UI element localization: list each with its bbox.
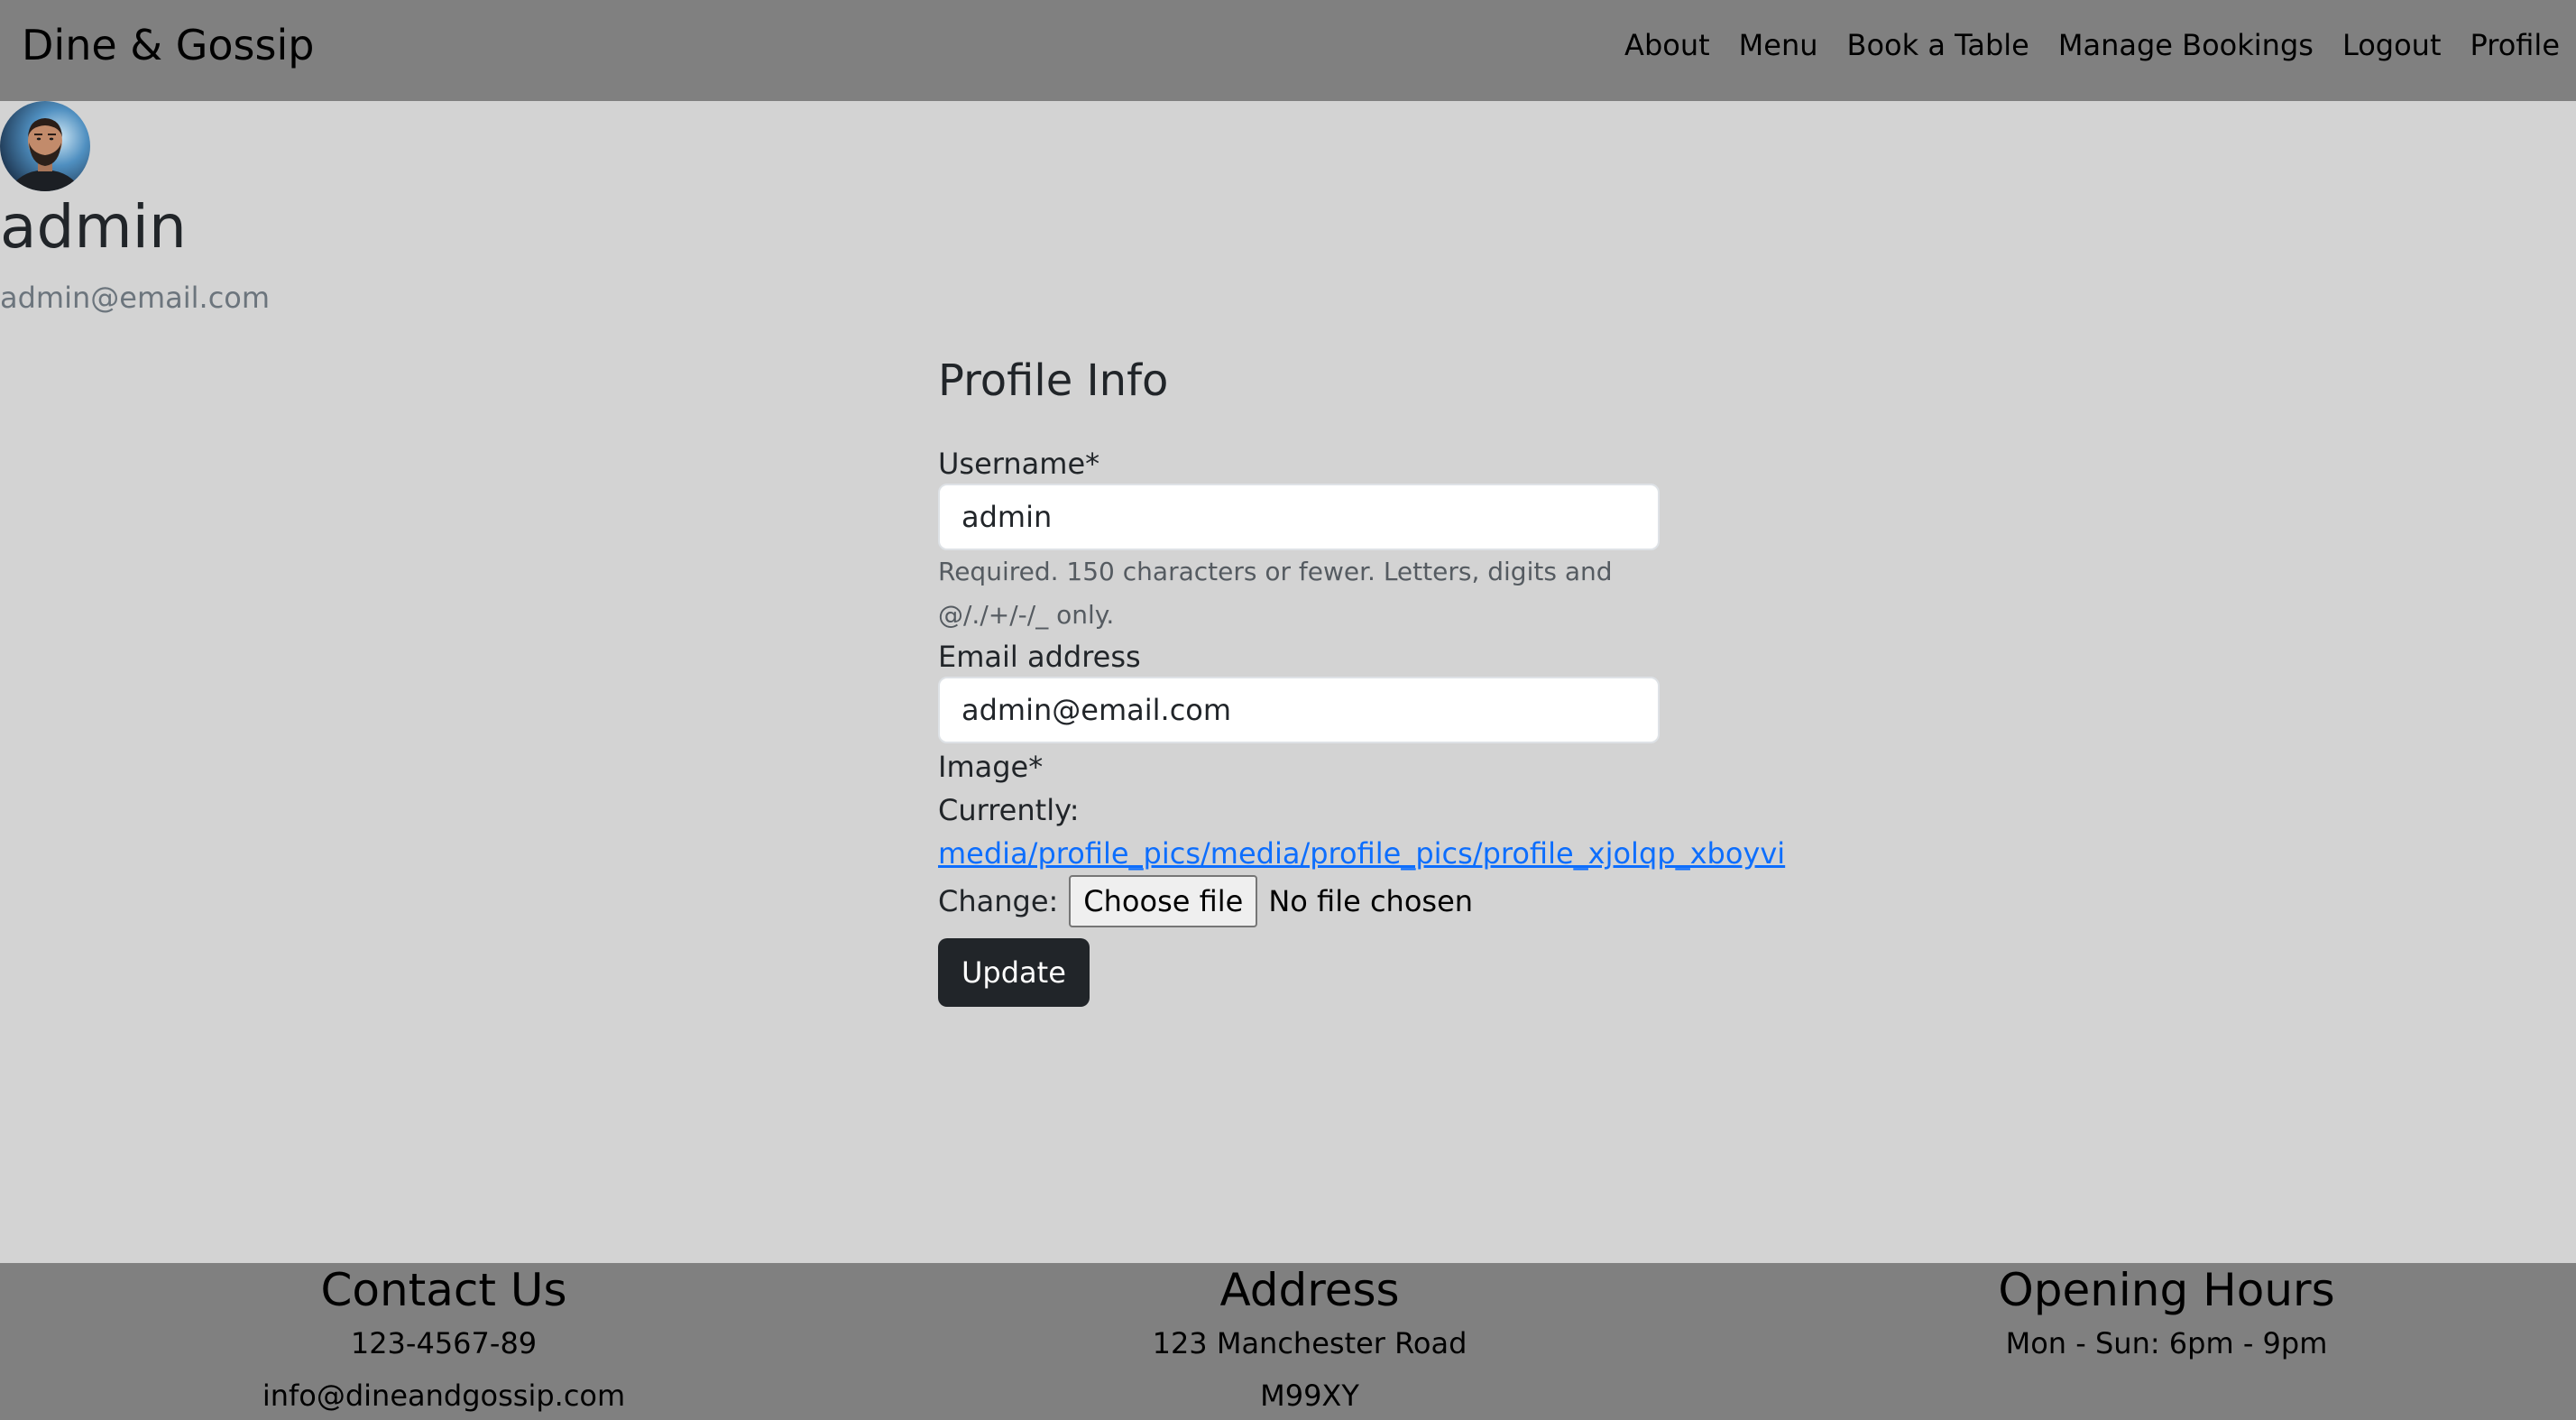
footer-address-line1: 123 Manchester Road (1152, 1326, 1467, 1360)
no-file-chosen-text: No file chosen (1268, 884, 1474, 918)
avatar (0, 101, 90, 191)
nav-link-profile[interactable]: Profile (2470, 23, 2561, 67)
footer-address-column: Address 123 Manchester Road M99XY (880, 1263, 1739, 1420)
footer-hours-title: Opening Hours (1998, 1264, 2335, 1316)
nav-links: About Menu Book a Table Manage Bookings … (1624, 23, 2560, 67)
username-help-text: Required. 150 characters or fewer. Lette… (938, 557, 1613, 630)
footer-hours-column: Opening Hours Mon - Sun: 6pm - 9pm (1737, 1263, 2576, 1369)
nav-link-about[interactable]: About (1624, 23, 1710, 67)
current-image-link[interactable]: media/profile_pics/media/profile_pics/pr… (938, 836, 1785, 871)
update-button[interactable]: Update (938, 938, 1090, 1007)
currently-label: Currently: (938, 793, 1080, 827)
footer: Contact Us 123-4567-89 info@dineandgossi… (0, 1263, 2576, 1420)
change-file-row: Change: Choose file No file chosen (938, 875, 1660, 927)
footer-contact-phone: 123-4567-89 (350, 1326, 538, 1360)
choose-file-button[interactable]: Choose file (1069, 875, 1258, 927)
footer-contact-column: Contact Us 123-4567-89 info@dineandgossi… (14, 1263, 873, 1420)
footer-address-title: Address (1219, 1264, 1400, 1316)
footer-address-line2: M99XY (1260, 1379, 1359, 1413)
brand-logo-link[interactable]: Dine & Gossip (22, 16, 314, 74)
email-label: Email address (938, 640, 1141, 674)
username-input[interactable] (938, 484, 1660, 550)
nav-link-manage-bookings[interactable]: Manage Bookings (2058, 23, 2314, 67)
footer-contact-title: Contact Us (320, 1264, 567, 1316)
nav-link-logout[interactable]: Logout (2342, 23, 2442, 67)
profile-username-heading: admin (0, 192, 187, 262)
image-label: Image* (938, 750, 1044, 784)
form-title: Profile Info (938, 355, 1169, 406)
email-input[interactable] (938, 677, 1660, 743)
nav-link-book-a-table[interactable]: Book a Table (1847, 23, 2029, 67)
footer-contact-email: info@dineandgossip.com (262, 1379, 626, 1413)
top-navbar: Dine & Gossip About Menu Book a Table Ma… (0, 0, 2576, 101)
nav-link-menu[interactable]: Menu (1739, 23, 1818, 67)
avatar-portrait-image (0, 101, 90, 191)
profile-email-text: admin@email.com (0, 281, 271, 315)
username-label: Username* (938, 447, 1100, 481)
profile-form: Profile Info Username* Required. 150 cha… (938, 350, 1785, 1007)
change-label: Change: (938, 884, 1059, 918)
footer-hours-line1: Mon - Sun: 6pm - 9pm (2005, 1326, 2328, 1360)
